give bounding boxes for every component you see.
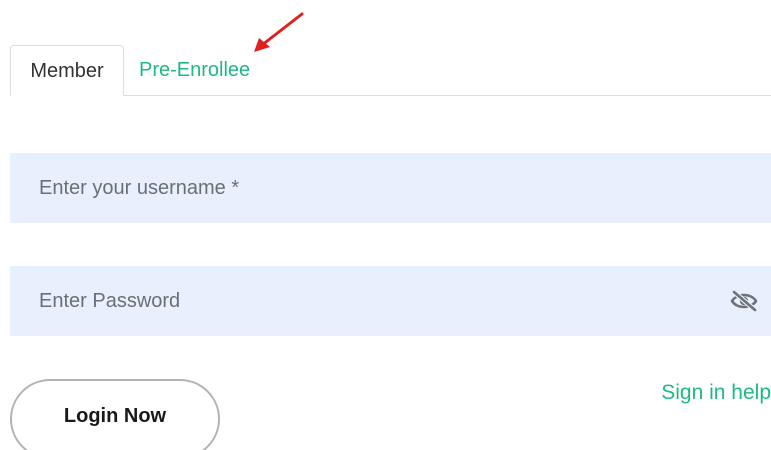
tab-member[interactable]: Member	[10, 45, 124, 96]
password-field-container	[10, 266, 771, 336]
password-input[interactable]	[39, 289, 679, 313]
login-now-button[interactable]: Login Now	[10, 379, 220, 450]
login-panel: Member Pre-Enrollee Login Now Sign in he…	[0, 0, 771, 450]
username-input[interactable]	[39, 176, 679, 200]
login-tabs: Member Pre-Enrollee	[10, 45, 771, 96]
username-field-container	[10, 153, 771, 223]
tab-pre-enrollee[interactable]: Pre-Enrollee	[139, 45, 250, 96]
eye-slash-icon[interactable]	[729, 290, 759, 312]
sign-in-help-link[interactable]: Sign in help	[661, 381, 771, 405]
